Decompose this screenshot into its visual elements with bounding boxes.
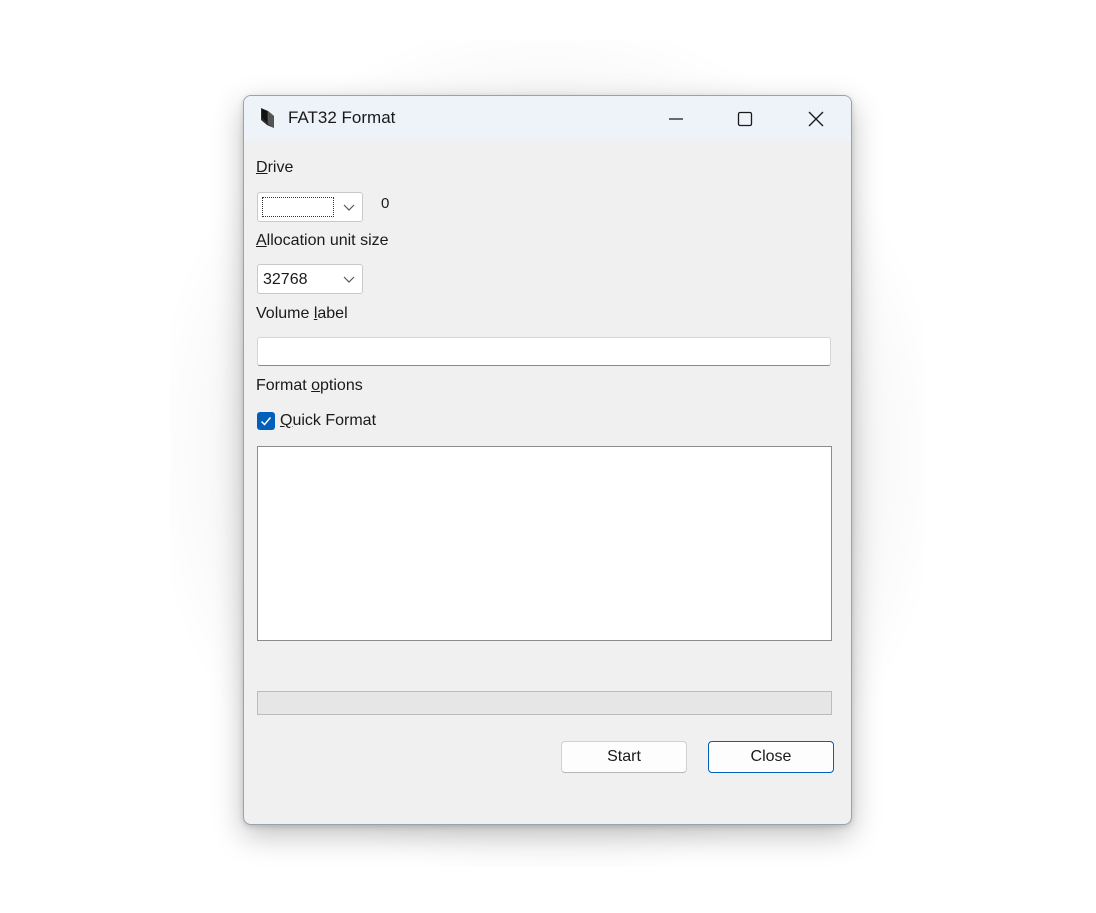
start-button[interactable]: Start [561,741,687,773]
drive-label: Drive [256,159,293,177]
window-title: FAT32 Format [288,108,396,127]
format-log-output[interactable] [257,446,832,641]
allocation-unit-size-value: 32768 [263,271,308,288]
drive-label-text: rive [267,159,294,176]
close-window-button[interactable] [781,96,851,141]
checkmark-icon [260,417,272,426]
volume-label-text-post: abel [317,305,348,322]
fat32format-app-icon [261,108,274,128]
quick-format-label-text: uick Format [292,412,377,429]
format-options-accelerator: o [311,377,321,394]
chevron-down-icon [343,276,355,283]
quick-format-label[interactable]: Quick Format [280,412,376,430]
quick-format-accelerator: Q [280,412,293,429]
format-progress-bar [257,691,832,715]
maximize-icon [737,111,753,126]
format-options-text-pre: Format [256,377,312,394]
allocation-label-accelerator: A [256,232,267,249]
fat32-format-window: FAT32 Format Drive 0 Allocation unit siz… [243,95,852,825]
volume-label-text-pre: Volume [256,305,314,322]
close-icon [808,111,824,126]
minimize-button[interactable] [641,96,711,141]
volume-label-input[interactable] [257,337,831,366]
allocation-unit-size-select[interactable]: 32768 [257,264,363,294]
maximize-button[interactable] [710,96,780,141]
drive-count: 0 [381,195,390,212]
quick-format-checkbox[interactable] [257,412,275,430]
volume-label-label: Volume label [256,305,348,323]
close-button[interactable]: Close [708,741,834,773]
title-bar[interactable]: FAT32 Format [244,96,851,141]
chevron-down-icon [343,204,355,211]
drive-select-focus-rect [262,197,334,217]
minimize-icon [669,117,683,120]
format-options-label: Format options [256,377,363,395]
desktop-background: FAT32 Format Drive 0 Allocation unit siz… [0,0,1096,913]
drive-select[interactable] [257,192,363,222]
format-options-text-post: ptions [320,377,363,394]
drive-label-accelerator: D [256,159,268,176]
allocation-label-text: llocation unit size [266,232,389,249]
allocation-unit-size-label: Allocation unit size [256,232,389,250]
